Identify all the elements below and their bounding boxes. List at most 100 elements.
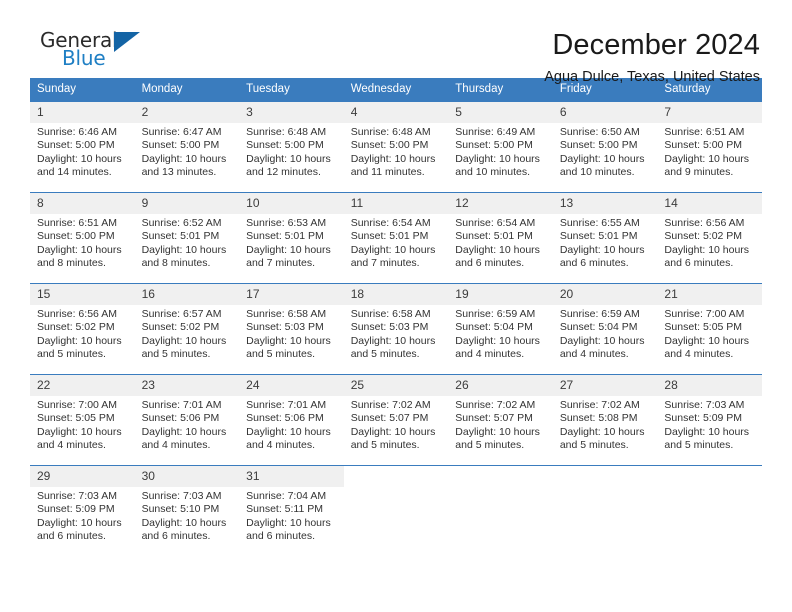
daylight-text-line2: and 5 minutes. bbox=[246, 348, 316, 361]
day-cell[interactable]: 8 Sunrise: 6:51 AM Sunset: 5:00 PM Daylight… bbox=[30, 193, 135, 276]
day-cell-empty bbox=[343, 466, 449, 549]
day-info bbox=[344, 487, 449, 490]
day-cell[interactable]: 15 Sunrise: 6:56 AM Sunset: 5:02 PM Dayligh… bbox=[30, 284, 135, 367]
day-number: 19 bbox=[448, 284, 553, 305]
logo-text-blue: Blue bbox=[62, 46, 106, 70]
sunset-text: Sunset: 5:06 PM bbox=[246, 412, 324, 425]
daylight-text-line1: Daylight: 10 hours bbox=[246, 516, 331, 529]
sunrise-text: Sunrise: 6:56 AM bbox=[37, 308, 117, 320]
day-info: Sunrise: 6:51 AM Sunset: 5:00 PM Daylight:… bbox=[657, 123, 762, 180]
sunrise-text: Sunrise: 6:52 AM bbox=[141, 217, 222, 229]
sunrise-text: Sunrise: 6:48 AM bbox=[246, 126, 327, 138]
day-cell[interactable]: 1 Sunrise: 6:46 AM Sunset: 5:00 PM Daylight… bbox=[30, 102, 135, 185]
sunset-text: Sunset: 5:10 PM bbox=[141, 503, 220, 516]
day-cell[interactable]: 23 Sunrise: 7:01 AM Sunset: 5:06 PM Dayligh… bbox=[134, 375, 240, 458]
day-cell[interactable]: 22 Sunrise: 7:00 AM Sunset: 5:05 PM Dayligh… bbox=[30, 375, 135, 458]
day-cell[interactable]: 11 Sunrise: 6:54 AM Sunset: 5:01 PM Dayligh… bbox=[343, 193, 449, 276]
day-cell[interactable]: 30 Sunrise: 7:03 AM Sunset: 5:10 PM Dayligh… bbox=[134, 466, 240, 549]
day-cell[interactable]: 20 Sunrise: 6:59 AM Sunset: 5:04 PM Dayligh… bbox=[552, 284, 658, 367]
sunset-text: Sunset: 5:01 PM bbox=[350, 230, 429, 243]
day-cell-empty bbox=[448, 466, 553, 549]
sunrise-text: Sunrise: 6:49 AM bbox=[455, 126, 536, 138]
day-info: Sunrise: 6:51 AM Sunset: 5:00 PM Daylight:… bbox=[30, 214, 135, 271]
sunrise-text: Sunrise: 6:53 AM bbox=[246, 217, 327, 229]
weeks-container: 1 Sunrise: 6:46 AM Sunset: 5:00 PM Daylight… bbox=[30, 102, 762, 549]
daylight-text-line2: and 4 minutes. bbox=[141, 439, 211, 452]
sunrise-text: Sunrise: 7:02 AM bbox=[350, 399, 431, 411]
day-cell-empty bbox=[552, 466, 658, 549]
daylight-text-line1: Daylight: 10 hours bbox=[455, 425, 540, 438]
day-number: 3 bbox=[239, 102, 344, 123]
day-cell[interactable]: 7 Sunrise: 6:51 AM Sunset: 5:00 PM Daylight… bbox=[657, 102, 762, 185]
weekday-thursday: Thursday bbox=[455, 83, 504, 95]
sunset-text: Sunset: 5:00 PM bbox=[246, 139, 324, 152]
day-info: Sunrise: 7:02 AM Sunset: 5:08 PM Daylight:… bbox=[553, 396, 658, 453]
day-number: 20 bbox=[552, 284, 658, 305]
day-cell[interactable]: 12 Sunrise: 6:54 AM Sunset: 5:01 PM Dayligh… bbox=[448, 193, 553, 276]
sunset-text: Sunset: 5:06 PM bbox=[141, 412, 220, 425]
general-blue-logo[interactable]: General Blue bbox=[30, 28, 150, 74]
day-number: 30 bbox=[134, 466, 240, 487]
day-cell[interactable]: 4 Sunrise: 6:48 AM Sunset: 5:00 PM Daylight… bbox=[343, 102, 449, 185]
day-info: Sunrise: 7:03 AM Sunset: 5:09 PM Daylight:… bbox=[30, 487, 135, 544]
triangle-icon bbox=[114, 32, 140, 52]
daylight-text-line1: Daylight: 10 hours bbox=[37, 243, 122, 256]
sunrise-text: Sunrise: 6:58 AM bbox=[350, 308, 431, 320]
day-number: 21 bbox=[657, 284, 762, 305]
daylight-text-line1: Daylight: 10 hours bbox=[350, 334, 436, 347]
day-number: 25 bbox=[343, 375, 449, 396]
sunset-text: Sunset: 5:00 PM bbox=[141, 139, 220, 152]
week-row: 8 Sunrise: 6:51 AM Sunset: 5:00 PM Daylight… bbox=[30, 192, 762, 276]
day-cell[interactable]: 31 Sunrise: 7:04 AM Sunset: 5:11 PM Dayligh… bbox=[239, 466, 344, 549]
sunset-text: Sunset: 5:07 PM bbox=[455, 412, 533, 425]
day-cell[interactable]: 28 Sunrise: 7:03 AM Sunset: 5:09 PM Dayligh… bbox=[657, 375, 762, 458]
day-cell[interactable]: 2 Sunrise: 6:47 AM Sunset: 5:00 PM Daylight… bbox=[134, 102, 240, 185]
day-cell[interactable]: 29 Sunrise: 7:03 AM Sunset: 5:09 PM Dayligh… bbox=[30, 466, 135, 549]
day-cell[interactable]: 25 Sunrise: 7:02 AM Sunset: 5:07 PM Dayligh… bbox=[343, 375, 449, 458]
day-cell[interactable]: 17 Sunrise: 6:58 AM Sunset: 5:03 PM Dayligh… bbox=[239, 284, 344, 367]
sunset-text: Sunset: 5:01 PM bbox=[559, 230, 638, 243]
day-number: 6 bbox=[552, 102, 658, 123]
day-cell[interactable]: 16 Sunrise: 6:57 AM Sunset: 5:02 PM Dayligh… bbox=[134, 284, 240, 367]
sunrise-text: Sunrise: 7:02 AM bbox=[559, 399, 640, 411]
day-info: Sunrise: 7:01 AM Sunset: 5:06 PM Daylight:… bbox=[239, 396, 344, 453]
day-number: 22 bbox=[30, 375, 135, 396]
daylight-text-line1: Daylight: 10 hours bbox=[559, 334, 645, 347]
sunset-text: Sunset: 5:03 PM bbox=[246, 321, 324, 334]
daylight-text-line1: Daylight: 10 hours bbox=[246, 334, 331, 347]
day-cell[interactable]: 9 Sunrise: 6:52 AM Sunset: 5:01 PM Daylight… bbox=[134, 193, 240, 276]
day-number: 9 bbox=[134, 193, 240, 214]
daylight-text-line1: Daylight: 10 hours bbox=[37, 334, 122, 347]
day-cell[interactable]: 27 Sunrise: 7:02 AM Sunset: 5:08 PM Dayligh… bbox=[552, 375, 658, 458]
day-info: Sunrise: 6:46 AM Sunset: 5:00 PM Daylight:… bbox=[30, 123, 135, 180]
day-cell[interactable]: 18 Sunrise: 6:58 AM Sunset: 5:03 PM Dayligh… bbox=[343, 284, 449, 367]
day-number bbox=[552, 466, 658, 487]
day-cell[interactable]: 24 Sunrise: 7:01 AM Sunset: 5:06 PM Dayligh… bbox=[239, 375, 344, 458]
day-number: 28 bbox=[657, 375, 762, 396]
daylight-text-line2: and 4 minutes. bbox=[246, 439, 316, 452]
day-cell[interactable]: 6 Sunrise: 6:50 AM Sunset: 5:00 PM Daylight… bbox=[552, 102, 658, 185]
day-cell[interactable]: 5 Sunrise: 6:49 AM Sunset: 5:00 PM Daylight… bbox=[448, 102, 553, 185]
day-info: Sunrise: 6:57 AM Sunset: 5:02 PM Daylight:… bbox=[135, 305, 240, 362]
day-info: Sunrise: 6:56 AM Sunset: 5:02 PM Daylight:… bbox=[657, 214, 762, 271]
day-cell[interactable]: 13 Sunrise: 6:55 AM Sunset: 5:01 PM Dayligh… bbox=[552, 193, 658, 276]
weekday-saturday: Saturday bbox=[664, 83, 711, 95]
sunrise-text: Sunrise: 7:02 AM bbox=[455, 399, 536, 411]
day-number: 15 bbox=[30, 284, 135, 305]
weekday-friday: Friday bbox=[559, 83, 592, 95]
calendar-page: General Blue December 2024 Agua Dulce, T… bbox=[0, 0, 792, 612]
day-cell[interactable]: 14 Sunrise: 6:56 AM Sunset: 5:02 PM Dayligh… bbox=[657, 193, 762, 276]
daylight-text-line2: and 6 minutes. bbox=[37, 530, 106, 543]
day-cell[interactable]: 21 Sunrise: 7:00 AM Sunset: 5:05 PM Dayligh… bbox=[657, 284, 762, 367]
daylight-text-line2: and 8 minutes. bbox=[37, 257, 106, 270]
day-cell[interactable]: 19 Sunrise: 6:59 AM Sunset: 5:04 PM Dayligh… bbox=[448, 284, 553, 367]
daylight-text-line1: Daylight: 10 hours bbox=[350, 425, 436, 438]
day-cell-empty bbox=[657, 466, 762, 549]
day-cell[interactable]: 26 Sunrise: 7:02 AM Sunset: 5:07 PM Dayligh… bbox=[448, 375, 553, 458]
daylight-text-line2: and 5 minutes. bbox=[559, 439, 629, 452]
day-cell[interactable]: 10 Sunrise: 6:53 AM Sunset: 5:01 PM Dayligh… bbox=[239, 193, 344, 276]
day-number: 2 bbox=[134, 102, 240, 123]
day-cell[interactable]: 3 Sunrise: 6:48 AM Sunset: 5:00 PM Daylight… bbox=[239, 102, 344, 185]
daylight-text-line1: Daylight: 10 hours bbox=[37, 152, 122, 165]
daylight-text-line1: Daylight: 10 hours bbox=[350, 152, 436, 165]
